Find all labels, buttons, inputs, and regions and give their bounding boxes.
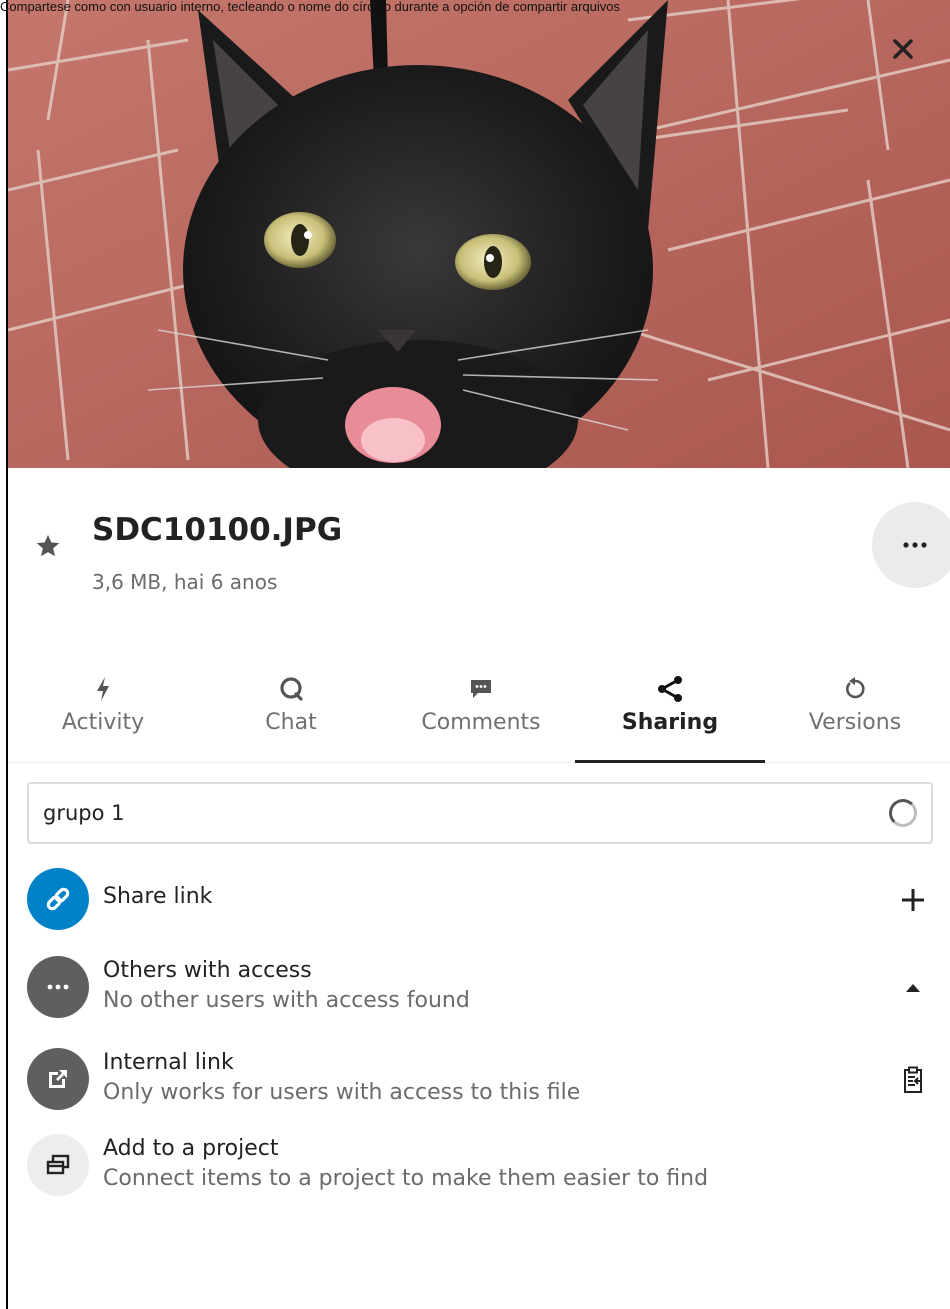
window-border	[6, 0, 8, 1309]
add-to-project-row[interactable]: Add to a project Connect items to a proj…	[27, 1134, 937, 1204]
clipboard-icon	[904, 1066, 922, 1093]
flash-icon	[97, 677, 109, 701]
internal-link-title: Internal link	[103, 1050, 234, 1075]
tab-label: Comments	[421, 710, 541, 735]
share-link-avatar	[27, 868, 89, 930]
sidebar-panel: SDC10100.JPG 3,6 MB, hai 6 anos Activity…	[8, 468, 950, 1309]
tab-label: Activity	[61, 710, 145, 735]
share-search-input[interactable]	[43, 801, 889, 825]
tab-comments[interactable]: Comments	[386, 666, 576, 762]
file-preview-image	[8, 0, 950, 468]
internal-link-avatar	[27, 1048, 89, 1110]
others-avatar	[27, 956, 89, 1018]
favorite-star-button[interactable]	[34, 532, 62, 560]
project-avatar	[27, 1134, 89, 1196]
star-icon	[36, 534, 60, 557]
share-search-field[interactable]	[27, 782, 933, 844]
link-icon	[46, 887, 70, 911]
others-with-access-row[interactable]: Others with access No other users with a…	[27, 956, 937, 1026]
share-link-row: Share link	[27, 868, 937, 938]
internal-link-subtitle: Only works for users with access to this…	[103, 1080, 581, 1105]
tab-label: Sharing	[621, 710, 719, 735]
more-icon	[47, 984, 69, 990]
more-icon	[903, 542, 927, 548]
sidebar-tabs: Activity Chat Comments Sharing Versions	[8, 666, 950, 763]
loading-spinner-icon	[889, 799, 917, 827]
screenshot-caption: Compartese como con usuario interno, tec…	[0, 0, 621, 14]
project-title: Add to a project	[103, 1136, 279, 1161]
others-subtitle: No other users with access found	[103, 988, 470, 1013]
share-icon	[658, 676, 682, 702]
tab-label: Chat	[265, 710, 317, 735]
comment-icon	[471, 680, 491, 698]
history-icon	[846, 677, 865, 699]
close-icon	[893, 39, 913, 59]
internal-link-row: Internal link Only works for users with …	[27, 1048, 937, 1118]
plus-icon	[902, 889, 924, 911]
share-link-label: Share link	[103, 884, 213, 909]
expand-others-button[interactable]	[895, 970, 931, 1006]
project-icon	[46, 1154, 70, 1175]
tab-activity[interactable]: Activity	[8, 666, 198, 762]
file-name: SDC10100.JPG	[92, 512, 343, 548]
tab-versions[interactable]: Versions	[760, 666, 950, 762]
file-info: 3,6 MB, hai 6 anos	[92, 570, 278, 594]
more-actions-button[interactable]	[872, 502, 950, 588]
tab-label: Versions	[808, 710, 902, 735]
project-subtitle: Connect items to a project to make them …	[103, 1166, 709, 1191]
close-button[interactable]	[886, 32, 920, 66]
chat-icon	[280, 677, 303, 701]
external-link-icon	[49, 1070, 67, 1088]
triangle-up-icon	[906, 984, 920, 992]
add-share-link-button[interactable]	[895, 882, 931, 918]
copy-internal-link-button[interactable]	[895, 1062, 931, 1098]
tab-sharing[interactable]: Sharing	[575, 666, 765, 763]
others-title: Others with access	[103, 958, 312, 983]
tab-chat[interactable]: Chat	[196, 666, 386, 762]
